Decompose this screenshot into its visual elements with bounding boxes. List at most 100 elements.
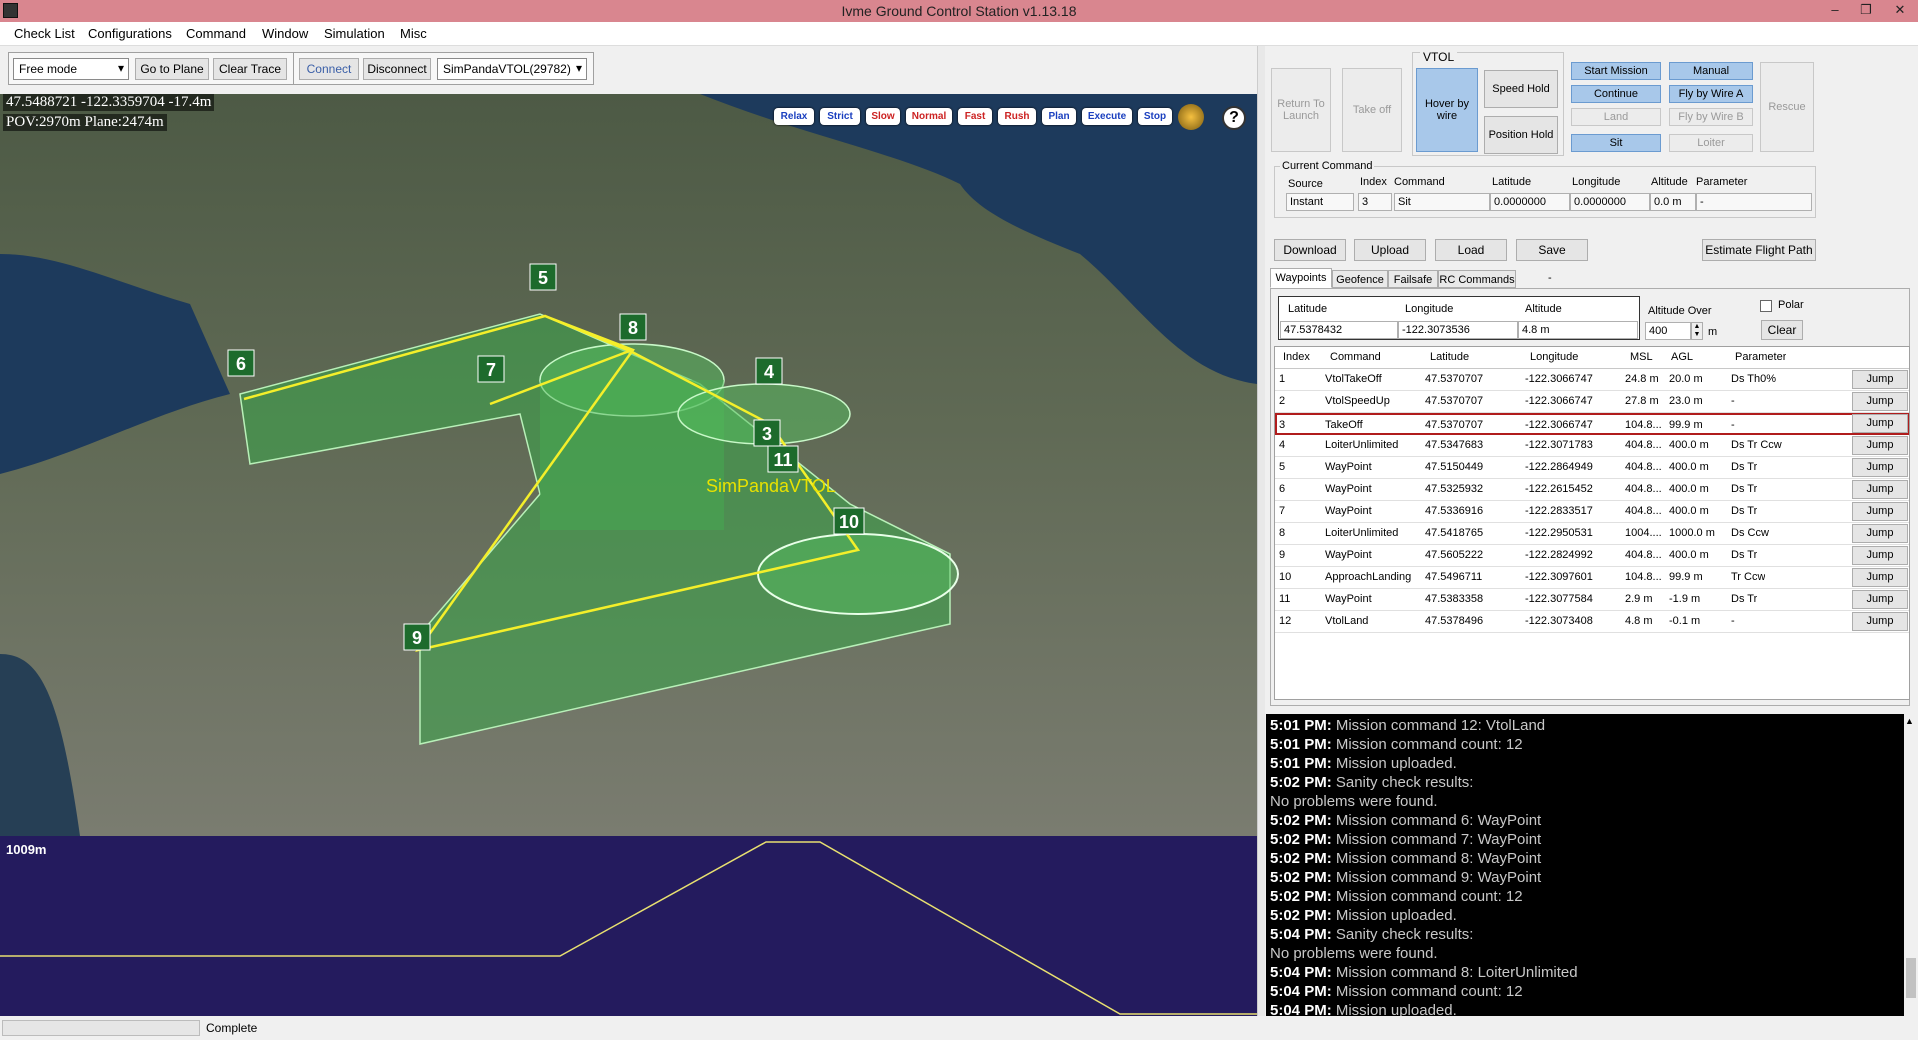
waypoint-marker-11[interactable]: 11 [767, 445, 799, 473]
execute-button[interactable]: Execute [1082, 108, 1132, 125]
waypoint-marker-7[interactable]: 7 [477, 355, 505, 383]
hover-by-wire-button[interactable]: Hover by wire [1416, 68, 1478, 152]
waypoint-marker-3[interactable]: 3 [753, 419, 781, 447]
panel-splitter[interactable] [1257, 46, 1265, 1016]
estimate-flight-path-button[interactable]: Estimate Flight Path [1702, 239, 1816, 261]
vehicle-select[interactable]: SimPandaVTOL(29782) [437, 58, 587, 80]
waypoint-marker-5[interactable]: 5 [529, 263, 557, 291]
strict-button[interactable]: Strict [820, 108, 860, 125]
menu-command[interactable]: Command [186, 26, 246, 41]
jump-button[interactable]: Jump [1852, 458, 1908, 477]
message-log[interactable]: 5:01 PM: Mission command 12: VtolLand 5:0… [1266, 714, 1904, 1016]
table-row[interactable]: 1 VtolTakeOff 47.5370707 -122.3066747 24… [1275, 369, 1909, 391]
go-to-plane-button[interactable]: Go to Plane [135, 58, 209, 80]
tab-geofence[interactable]: Geofence [1332, 270, 1388, 288]
disconnect-button[interactable]: Disconnect [363, 58, 431, 80]
rush-button[interactable]: Rush [998, 108, 1036, 125]
return-to-launch-button[interactable]: Return To Launch [1271, 68, 1331, 152]
connect-button[interactable]: Connect [299, 58, 359, 80]
altitude-over-spinner-icon[interactable]: ▲ ▼ [1691, 322, 1703, 340]
start-mission-button[interactable]: Start Mission [1571, 62, 1661, 80]
loiter-button[interactable]: Loiter [1669, 134, 1753, 152]
new-wp-latitude-field[interactable]: 47.5378432 [1280, 321, 1398, 339]
fly-by-wire-a-button[interactable]: Fly by Wire A [1669, 85, 1753, 103]
table-row[interactable]: 6 WayPoint 47.5325932 -122.2615452 404.8… [1275, 479, 1909, 501]
plan-button[interactable]: Plan [1042, 108, 1076, 125]
slow-button[interactable]: Slow [866, 108, 900, 125]
tab-rc-commands[interactable]: RC Commands [1438, 270, 1516, 288]
menu-window[interactable]: Window [262, 26, 308, 41]
menu-simulation[interactable]: Simulation [324, 26, 385, 41]
fly-by-wire-b-button[interactable]: Fly by Wire B [1669, 108, 1753, 126]
fast-button[interactable]: Fast [958, 108, 992, 125]
jump-button[interactable]: Jump [1852, 480, 1908, 499]
new-wp-longitude-field[interactable]: -122.3073536 [1398, 321, 1518, 339]
menu-misc[interactable]: Misc [400, 26, 427, 41]
rescue-button[interactable]: Rescue [1760, 62, 1814, 152]
sit-button[interactable]: Sit [1571, 134, 1661, 152]
waypoint-marker-4[interactable]: 4 [755, 357, 783, 385]
scroll-up-icon[interactable]: ▲ [1905, 716, 1914, 726]
table-row[interactable]: 11 WayPoint 47.5383358 -122.3077584 2.9 … [1275, 589, 1909, 611]
clear-button[interactable]: Clear [1761, 320, 1803, 340]
table-row[interactable]: 10 ApproachLanding 47.5496711 -122.30976… [1275, 567, 1909, 589]
save-button[interactable]: Save [1516, 239, 1588, 261]
view-mode-select[interactable]: Free mode [13, 58, 129, 80]
jump-button[interactable]: Jump [1852, 568, 1908, 587]
restore-icon[interactable]: ❐ [1851, 0, 1881, 22]
jump-button[interactable]: Jump [1852, 370, 1908, 389]
normal-button[interactable]: Normal [906, 108, 952, 125]
waypoint-marker-8[interactable]: 8 [619, 313, 647, 341]
waypoint-marker-9[interactable]: 9 [403, 623, 431, 651]
jump-button[interactable]: Jump [1852, 502, 1908, 521]
land-button[interactable]: Land [1571, 108, 1661, 126]
stop-button[interactable]: Stop [1138, 108, 1172, 125]
cursor-coordinates: 47.5488721 -122.3359704 -17.4m [3, 94, 215, 111]
position-hold-button[interactable]: Position Hold [1484, 116, 1558, 154]
jump-button[interactable]: Jump [1852, 436, 1908, 455]
status-text: Complete [206, 1021, 258, 1035]
table-row[interactable]: 9 WayPoint 47.5605222 -122.2824992 404.8… [1275, 545, 1909, 567]
menu-configurations[interactable]: Configurations [88, 26, 172, 41]
compass-icon[interactable] [1178, 104, 1204, 130]
wp-header-msl: MSL [1630, 351, 1653, 363]
download-button[interactable]: Download [1274, 239, 1346, 261]
table-row[interactable]: 7 WayPoint 47.5336916 -122.2833517 404.8… [1275, 501, 1909, 523]
log-scrollbar[interactable]: ▲ [1904, 714, 1918, 1016]
table-row[interactable]: 4 LoiterUnlimited 47.5347683 -122.307178… [1275, 435, 1909, 457]
menu-check-list[interactable]: Check List [14, 26, 75, 41]
speed-hold-button[interactable]: Speed Hold [1484, 70, 1558, 108]
load-button[interactable]: Load [1435, 239, 1507, 261]
table-row[interactable]: 5 WayPoint 47.5150449 -122.2864949 404.8… [1275, 457, 1909, 479]
take-off-button[interactable]: Take off [1342, 68, 1402, 152]
tab-failsafe[interactable]: Failsafe [1388, 270, 1438, 288]
jump-button[interactable]: Jump [1852, 590, 1908, 609]
jump-button[interactable]: Jump [1852, 524, 1908, 543]
jump-button[interactable]: Jump [1852, 392, 1908, 411]
vehicle-label[interactable]: SimPandaVTOL [706, 476, 836, 496]
map-view[interactable]: 5 8 6 7 4 3 11 10 9 SimPandaVTOL 47.5488… [0, 94, 1257, 836]
jump-button[interactable]: Jump [1852, 546, 1908, 565]
table-row[interactable]: 8 LoiterUnlimited 47.5418765 -122.295053… [1275, 523, 1909, 545]
minimize-icon[interactable]: – [1820, 0, 1850, 22]
continue-button[interactable]: Continue [1571, 85, 1661, 103]
polar-checkbox[interactable] [1760, 300, 1772, 312]
relax-button[interactable]: Relax [774, 108, 814, 125]
new-wp-altitude-field[interactable]: 4.8 m [1518, 321, 1638, 339]
altitude-over-field[interactable]: 400 [1645, 322, 1691, 340]
upload-button[interactable]: Upload [1354, 239, 1426, 261]
jump-button[interactable]: Jump [1852, 414, 1908, 433]
clear-trace-button[interactable]: Clear Trace [213, 58, 287, 80]
table-row-selected[interactable]: 3 TakeOff 47.5370707 -122.3066747 104.8.… [1275, 413, 1909, 435]
close-icon[interactable]: ✕ [1885, 0, 1915, 22]
scroll-thumb[interactable] [1906, 958, 1916, 998]
tab-waypoints[interactable]: Waypoints [1270, 268, 1332, 288]
help-icon[interactable]: ? [1222, 106, 1246, 130]
log-time: 5:02 PM: [1270, 907, 1336, 924]
table-row[interactable]: 2 VtolSpeedUp 47.5370707 -122.3066747 27… [1275, 391, 1909, 413]
manual-button[interactable]: Manual [1669, 62, 1753, 80]
waypoint-marker-6[interactable]: 6 [227, 349, 255, 377]
waypoint-marker-10[interactable]: 10 [833, 507, 865, 535]
jump-button[interactable]: Jump [1852, 612, 1908, 631]
table-row[interactable]: 12 VtolLand 47.5378496 -122.3073408 4.8 … [1275, 611, 1909, 633]
